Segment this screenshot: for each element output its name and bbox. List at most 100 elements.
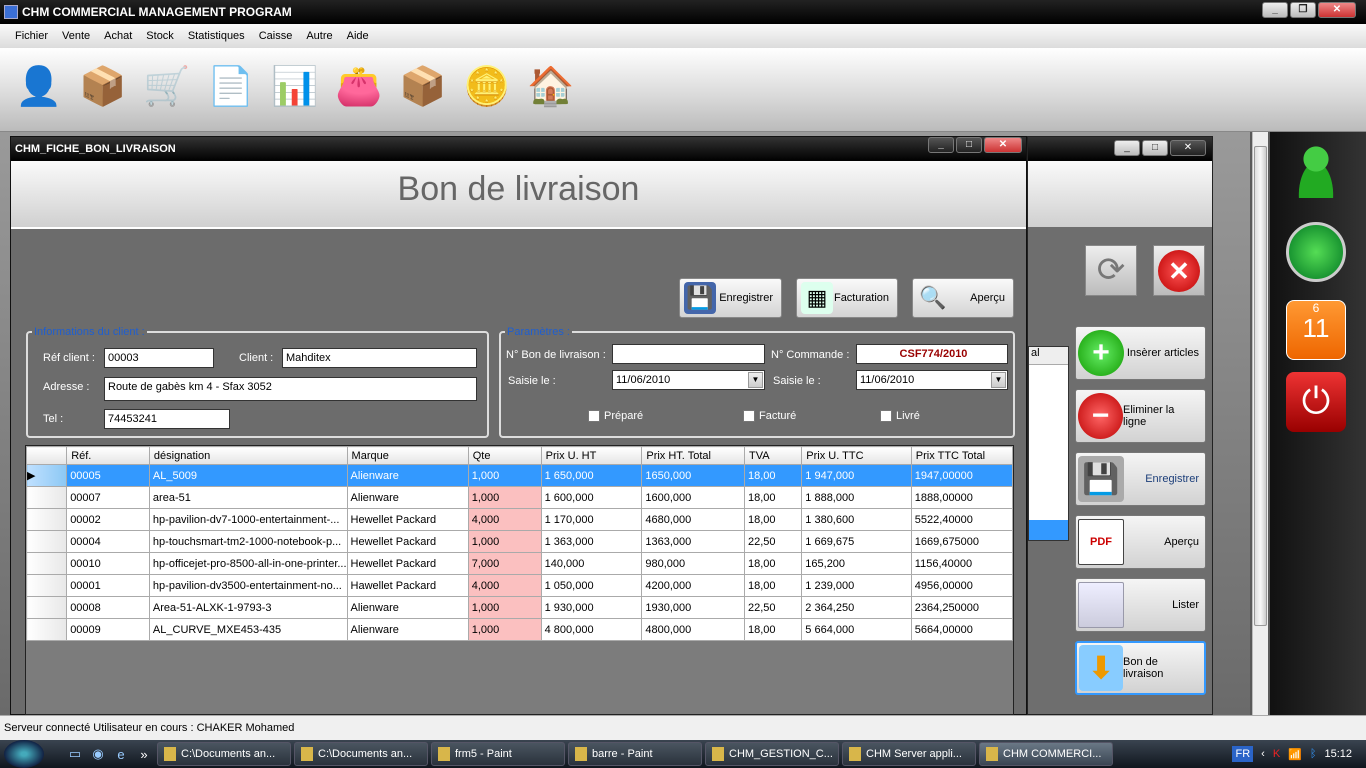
cell[interactable]: 18,00	[743, 618, 803, 641]
products-icon[interactable]: 📦	[74, 56, 132, 118]
minimize-button[interactable]: _	[1262, 2, 1288, 18]
taskbar-item[interactable]: frm5 - Paint	[431, 742, 565, 766]
coins-icon[interactable]: 🪙	[458, 56, 516, 118]
insert-articles-button[interactable]: + Insèrer articles	[1075, 326, 1206, 380]
bluetooth-icon[interactable]: ᛒ	[1310, 748, 1317, 760]
cell[interactable]: 1 947,000	[801, 464, 912, 487]
cell[interactable]: 1 930,000	[540, 596, 643, 619]
billing-button[interactable]: ▦ Facturation	[796, 278, 898, 318]
row-header[interactable]	[25, 552, 68, 575]
cell[interactable]: 1669,675000	[910, 530, 1014, 553]
close-button[interactable]: ✕	[1318, 2, 1356, 18]
table-row[interactable]: ▶ 00005 AL_5009 Alienware 1,000 1 650,000 1650…	[25, 464, 1014, 487]
row-header[interactable]	[25, 574, 68, 597]
cell[interactable]: 4 800,000	[540, 618, 643, 641]
close-button[interactable]: ✕	[1170, 140, 1206, 156]
cell[interactable]: 18,00	[743, 552, 803, 575]
cell[interactable]: 1 600,000	[540, 486, 643, 509]
cell[interactable]: 4800,000	[641, 618, 745, 641]
column-header[interactable]: Prix U. HT	[540, 446, 643, 465]
row-header[interactable]	[25, 486, 68, 509]
cell[interactable]: area-51	[148, 486, 348, 509]
menu-achat[interactable]: Achat	[97, 24, 139, 48]
taskbar-item[interactable]: CHM COMMERCI...	[979, 742, 1113, 766]
cell[interactable]: 1930,000	[641, 596, 745, 619]
list-button[interactable]: Lister	[1075, 578, 1206, 632]
cell[interactable]: Area-51-ALXK-1-9793-3	[148, 596, 348, 619]
save-button[interactable]: 💾 Enregistrer	[679, 278, 782, 318]
cell[interactable]: 22,50	[743, 596, 803, 619]
cell[interactable]: 00002	[66, 508, 150, 531]
cell[interactable]: Alienware	[346, 618, 469, 641]
chevron-down-icon[interactable]: ▼	[748, 372, 763, 388]
restore-button[interactable]: ❐	[1290, 2, 1316, 18]
invoice-icon[interactable]: 📄	[202, 56, 260, 118]
cell[interactable]: 5522,40000	[910, 508, 1014, 531]
column-header[interactable]: Marque	[346, 446, 469, 465]
minimize-button[interactable]: _	[928, 137, 954, 153]
taskbar-item[interactable]: barre - Paint	[568, 742, 702, 766]
menu-statistiques[interactable]: Statistiques	[181, 24, 252, 48]
cart-icon[interactable]: 🛒	[138, 56, 196, 118]
cell[interactable]: 1 170,000	[540, 508, 643, 531]
cell[interactable]: 1 380,600	[801, 508, 912, 531]
maximize-button[interactable]: □	[956, 137, 982, 153]
cell[interactable]: 1888,00000	[910, 486, 1014, 509]
cell[interactable]: 980,000	[641, 552, 745, 575]
billed-checkbox[interactable]: Facturé	[743, 410, 796, 422]
refresh-button[interactable]: ⟳	[1085, 245, 1137, 296]
taskbar-item[interactable]: C:\Documents an...	[294, 742, 428, 766]
address-input[interactable]: Route de gabès km 4 - Sfax 3052	[104, 377, 477, 401]
cell[interactable]: AL_CURVE_MXE453-435	[148, 618, 348, 641]
cell[interactable]: 165,200	[801, 552, 912, 575]
cell[interactable]: Hewellet Packard	[346, 530, 469, 553]
cell[interactable]: 00009	[66, 618, 150, 641]
cell[interactable]: 1,000	[467, 530, 542, 553]
cell[interactable]: 00001	[66, 574, 150, 597]
cell[interactable]: 1947,00000	[910, 464, 1014, 487]
cell[interactable]: 1 050,000	[540, 574, 643, 597]
antivirus-icon[interactable]: K	[1273, 748, 1280, 760]
column-header[interactable]: désignation	[148, 446, 348, 465]
cell[interactable]: 1650,000	[641, 464, 745, 487]
cell[interactable]: 00010	[66, 552, 150, 575]
order-number-input[interactable]: CSF774/2010	[856, 344, 1008, 364]
cell[interactable]: Alienware	[346, 596, 469, 619]
cell[interactable]: 5664,00000	[910, 618, 1014, 641]
date2-picker[interactable]: 11/06/2010 ▼	[856, 370, 1008, 390]
delivery-number-input[interactable]	[612, 344, 765, 364]
network-icon[interactable]: 📶	[1288, 748, 1302, 761]
cell[interactable]: 1 363,000	[540, 530, 643, 553]
table-row[interactable]: 00009 AL_CURVE_MXE453-435 Alienware 1,000 4 …	[25, 618, 1014, 641]
column-header[interactable]: Qte	[467, 446, 542, 465]
cell[interactable]: 1,000	[467, 618, 542, 641]
table-row[interactable]: 00007 area-51 Alienware 1,000 1 600,000 1600,…	[25, 486, 1014, 509]
preview-side-button[interactable]: PDF Aperçu	[1075, 515, 1206, 569]
cell[interactable]: Hawellet Packard	[346, 574, 469, 597]
close-button[interactable]: ✕	[984, 137, 1022, 153]
cell[interactable]: hp-pavilion-dv7-1000-entertainment-...	[148, 508, 348, 531]
cell[interactable]: 4200,000	[641, 574, 745, 597]
cell[interactable]: Hewellet Packard	[346, 508, 469, 531]
cell[interactable]: 00008	[66, 596, 150, 619]
cell[interactable]: 18,00	[743, 464, 803, 487]
row-header[interactable]	[25, 530, 68, 553]
calendar-icon[interactable]: 6 11	[1286, 300, 1346, 360]
remove-line-button[interactable]: − Eliminer la ligne	[1075, 389, 1206, 443]
spreadsheet-icon[interactable]: 📊	[266, 56, 324, 118]
chevron-down-icon[interactable]: ▼	[991, 372, 1006, 388]
delivered-checkbox[interactable]: Livré	[880, 410, 920, 422]
column-header[interactable]: Réf.	[66, 446, 150, 465]
cell[interactable]: 18,00	[743, 574, 803, 597]
cell[interactable]: 18,00	[743, 508, 803, 531]
user-icon[interactable]: 👤	[10, 56, 68, 118]
table-row[interactable]: 00010 hp-officejet-pro-8500-all-in-one-pr…	[25, 552, 1014, 575]
prepared-checkbox[interactable]: Préparé	[588, 410, 643, 422]
cell[interactable]: 00007	[66, 486, 150, 509]
taskbar-item[interactable]: CHM_GESTION_C...	[705, 742, 839, 766]
cell[interactable]: 1156,40000	[910, 552, 1014, 575]
minimize-button[interactable]: _	[1114, 140, 1140, 156]
tray-expand-icon[interactable]: ‹	[1261, 748, 1265, 760]
cell[interactable]: 1,000	[467, 596, 542, 619]
cell[interactable]: 7,000	[467, 552, 542, 575]
